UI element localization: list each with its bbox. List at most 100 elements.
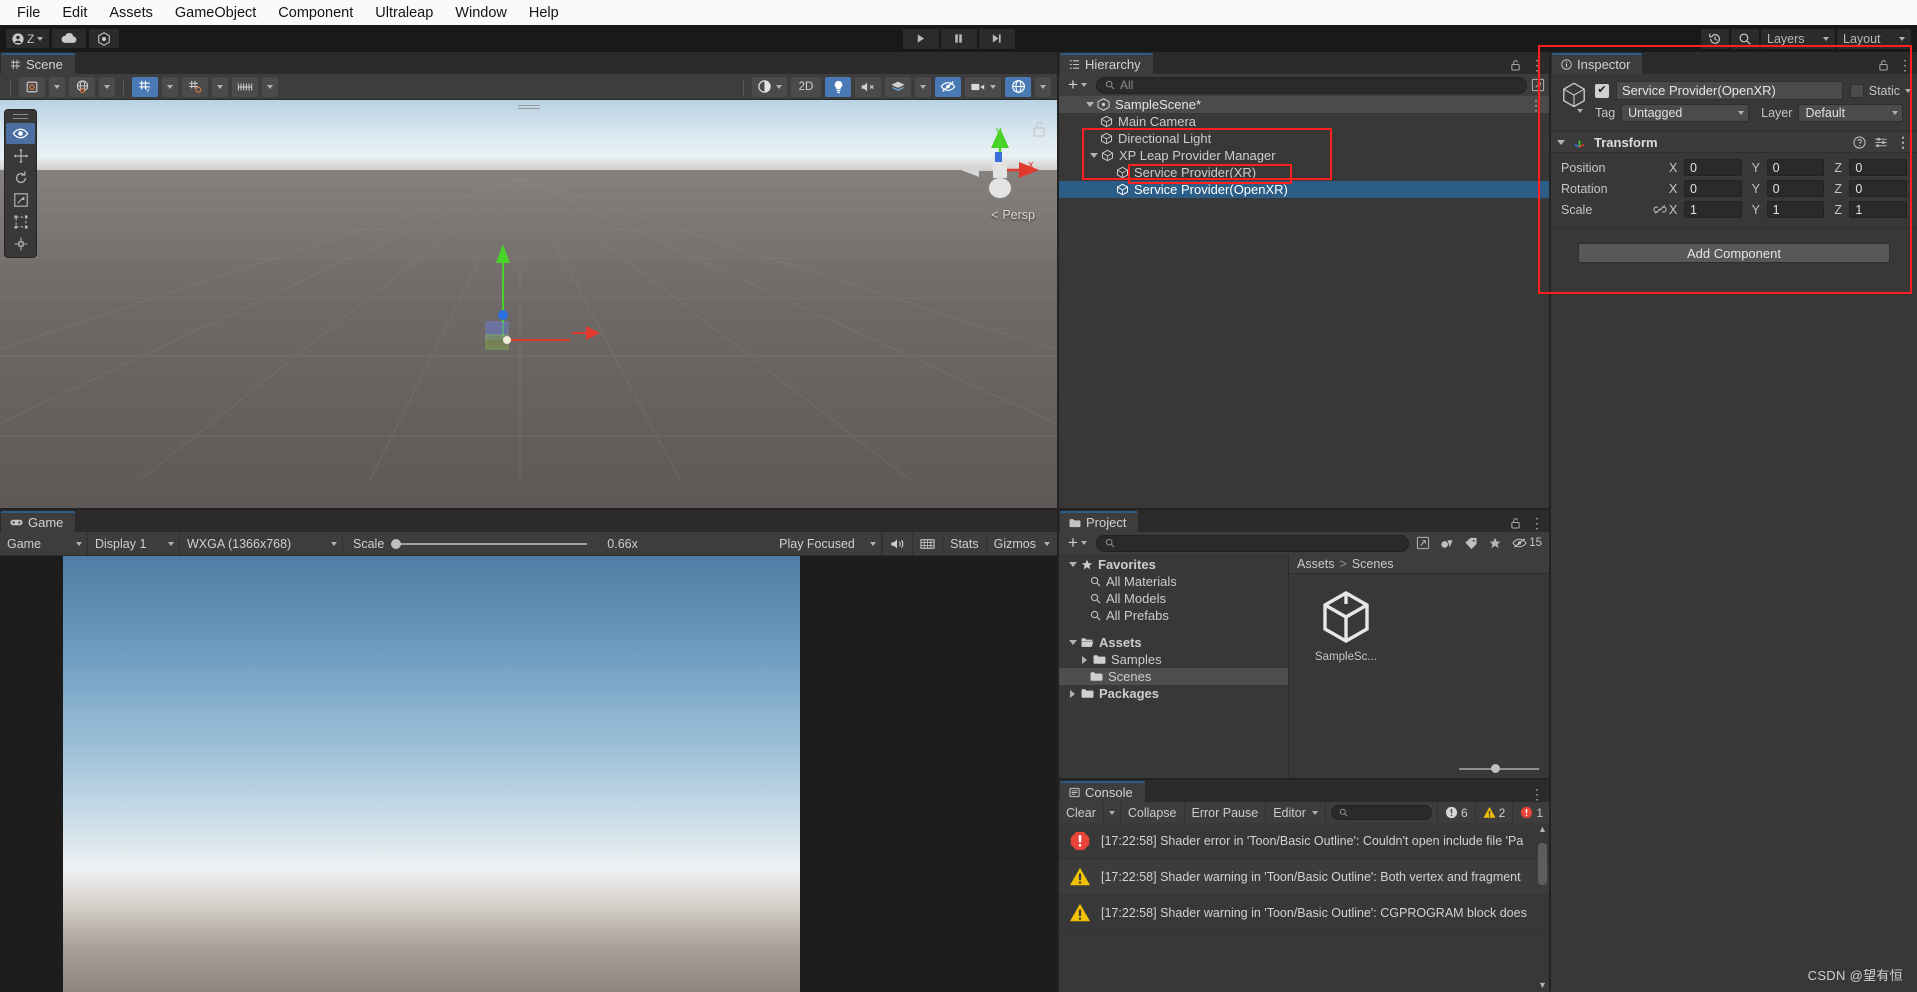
error-pause-button[interactable]: Error Pause [1185, 802, 1267, 823]
pause-button[interactable] [940, 28, 977, 49]
lock-icon[interactable] [1878, 59, 1889, 71]
asset-item-samplescene[interactable]: SampleSc... [1307, 588, 1385, 663]
console-scroll-thumb[interactable] [1538, 843, 1547, 885]
project-menu-icon[interactable]: ⋮ [1530, 516, 1544, 530]
tab-hierarchy[interactable]: Hierarchy [1060, 53, 1153, 74]
console-search-input[interactable] [1330, 805, 1432, 820]
create-gameobject-button[interactable]: + [1063, 76, 1092, 94]
scroll-down-arrow[interactable]: ▼ [1538, 981, 1547, 990]
scale-slider-knob[interactable] [391, 538, 402, 549]
search-button[interactable] [1731, 28, 1759, 49]
project-row-assets[interactable]: Assets [1059, 634, 1288, 651]
layers-dropdown[interactable]: Layers [1761, 28, 1835, 49]
grid-visibility-dropdown[interactable] [162, 76, 178, 97]
hidden-objects-button[interactable] [935, 76, 961, 97]
project-row-samples[interactable]: Samples [1059, 651, 1288, 668]
hierarchy-row-main-camera[interactable]: Main Camera [1059, 113, 1549, 130]
hierarchy-row-service-provider-xr[interactable]: Service Provider(XR) [1059, 164, 1549, 181]
game-viewport[interactable] [0, 556, 1057, 992]
project-expand-icon[interactable] [1416, 536, 1430, 550]
object-name-input[interactable]: Service Provider(OpenXR) [1616, 81, 1843, 100]
tab-scene[interactable]: Scene [1, 53, 75, 74]
rotate-tool-button[interactable] [6, 167, 35, 188]
play-button[interactable] [902, 28, 939, 49]
tag-dropdown[interactable]: Untagged [1621, 104, 1750, 122]
move-tool-button[interactable] [6, 145, 35, 166]
warning-count-badge[interactable]: 2 [1474, 802, 1513, 823]
menu-item-gameobject[interactable]: GameObject [164, 3, 267, 23]
expand-toggle[interactable] [1087, 153, 1100, 158]
game-target-dropdown[interactable]: Game [0, 532, 88, 555]
hierarchy-row-directional-light[interactable]: Directional Light [1059, 130, 1549, 147]
expand-toggle[interactable] [1557, 139, 1565, 145]
filter-label-icon[interactable] [1464, 537, 1478, 550]
transform-component-header[interactable]: Transform ⋮ [1551, 131, 1917, 153]
scale-z-input[interactable]: 1 [1849, 201, 1908, 218]
cloud-button[interactable] [52, 29, 87, 48]
grid-snap-dropdown[interactable] [212, 76, 228, 97]
shading-mode-button[interactable] [752, 76, 787, 97]
view-tool-button[interactable] [6, 123, 35, 144]
console-menu-icon[interactable]: ⋮ [1530, 787, 1544, 801]
asset-zoom-knob[interactable] [1491, 764, 1500, 773]
stats-button[interactable]: Stats [942, 532, 986, 555]
step-button[interactable] [978, 28, 1015, 49]
project-row-scenes[interactable]: Scenes [1059, 668, 1288, 685]
static-toggle[interactable]: Static [1849, 83, 1911, 98]
pivot-mode-button[interactable] [19, 76, 45, 97]
expand-toggle[interactable] [1066, 562, 1079, 567]
game-resolution-dropdown[interactable]: WXGA (1366x768) [180, 532, 343, 555]
scene-orientation-gizmo[interactable]: x y [957, 122, 1045, 218]
static-checkbox[interactable] [1849, 83, 1864, 98]
error-count-badge[interactable]: 1 [1512, 802, 1549, 823]
collapse-button[interactable]: Collapse [1121, 802, 1185, 823]
breadcrumb-assets[interactable]: Assets [1297, 557, 1335, 571]
menu-item-assets[interactable]: Assets [98, 3, 164, 23]
scale-tool-button[interactable] [6, 189, 35, 210]
hierarchy-search-input[interactable]: All [1095, 76, 1527, 94]
breadcrumb-scenes[interactable]: Scenes [1352, 557, 1394, 571]
pivot-mode-dropdown[interactable] [49, 76, 65, 97]
rotation-z-input[interactable]: 0 [1849, 180, 1908, 197]
project-row-all-materials[interactable]: All Materials [1059, 573, 1288, 590]
2d-toggle-button[interactable]: 2D [791, 76, 821, 97]
transform-menu-icon[interactable]: ⋮ [1896, 135, 1910, 149]
menu-item-ultraleap[interactable]: Ultraleap [364, 3, 444, 23]
filter-type-icon[interactable] [1440, 537, 1454, 550]
console-message-row[interactable]: [17:22:58] Shader error in 'Toon/Basic O… [1059, 823, 1549, 859]
scene-viewport[interactable]: x y < Persp [0, 100, 1057, 508]
lock-icon[interactable] [1510, 59, 1521, 71]
scene-projection-label[interactable]: < Persp [991, 208, 1035, 222]
hierarchy-row-service-provider-openxr[interactable]: Service Provider(OpenXR) [1059, 181, 1549, 198]
layer-dropdown[interactable]: Default [1798, 104, 1903, 122]
menu-item-window[interactable]: Window [444, 3, 518, 23]
console-message-list[interactable]: [17:22:58] Shader error in 'Toon/Basic O… [1059, 823, 1549, 992]
object-enabled-checkbox[interactable]: ✔ [1595, 83, 1609, 98]
console-message-row[interactable]: [17:22:58] Shader warning in 'Toon/Basic… [1059, 895, 1549, 931]
aspect-overlay-button[interactable] [912, 532, 942, 555]
layout-dropdown[interactable]: Layout [1837, 28, 1911, 49]
gizmos-dropdown-button[interactable]: Gizmos [985, 532, 1057, 555]
position-z-input[interactable]: 0 [1849, 159, 1908, 176]
expand-toggle[interactable] [1078, 655, 1091, 664]
project-row-all-models[interactable]: All Models [1059, 590, 1288, 607]
project-row-favorites[interactable]: Favorites [1059, 556, 1288, 573]
position-y-input[interactable]: 0 [1766, 159, 1825, 176]
effects-button[interactable] [885, 76, 911, 97]
create-asset-button[interactable]: + [1063, 534, 1092, 552]
expand-toggle[interactable] [1066, 640, 1079, 645]
tab-console[interactable]: Console [1060, 781, 1145, 802]
project-row-all-prefabs[interactable]: All Prefabs [1059, 607, 1288, 624]
rotation-x-input[interactable]: 0 [1684, 180, 1742, 197]
handle-space-button[interactable] [69, 76, 95, 97]
log-count-badge[interactable]: 6 [1436, 802, 1475, 823]
play-mode-dropdown[interactable]: Play Focused [772, 532, 883, 555]
chevron-down-icon[interactable] [1577, 109, 1583, 113]
preset-icon[interactable] [1874, 136, 1888, 149]
favorites-star-icon[interactable] [1488, 537, 1502, 550]
lock-icon[interactable] [1031, 120, 1047, 138]
tab-project[interactable]: Project [1060, 511, 1139, 532]
hierarchy-row-xp-leap-provider-manager[interactable]: XP Leap Provider Manager [1059, 147, 1549, 164]
menu-item-edit[interactable]: Edit [51, 3, 98, 23]
unity-services-button[interactable] [89, 29, 120, 48]
